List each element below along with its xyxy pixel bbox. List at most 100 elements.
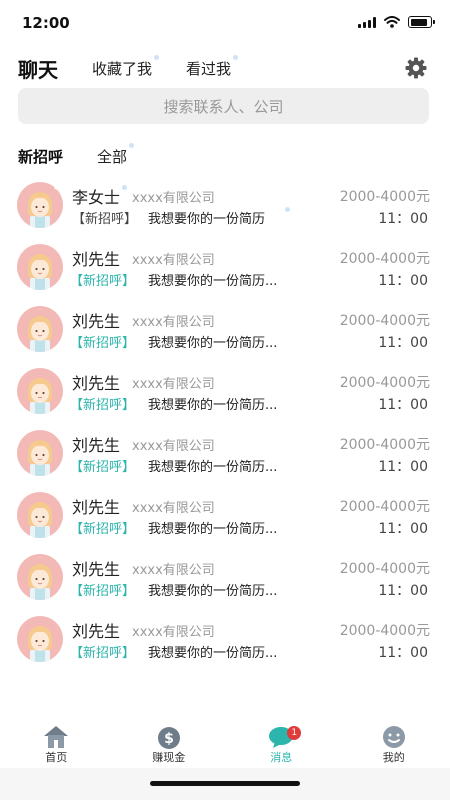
- contact-name-text: 李女士: [72, 188, 121, 207]
- company-name: xxxx有限公司: [132, 625, 215, 640]
- notification-dot: [128, 141, 136, 149]
- contact-name-text: 刘先生: [72, 498, 121, 517]
- conversation-item[interactable]: 刘先生 xxxx有限公司 2000-4000元 【新招呼】 我想要你的一份简历... 11…: [0, 358, 450, 420]
- battery-icon: [408, 16, 435, 28]
- search-input[interactable]: 搜索联系人、公司: [18, 88, 429, 124]
- greeting-tag: 【新招呼】: [70, 460, 136, 475]
- contact-name: 刘先生: [72, 618, 120, 642]
- message-time: 11：00: [378, 273, 428, 289]
- message-preview: 我想要你的一份简历...: [148, 336, 278, 351]
- greeting-tag: 【新招呼】: [72, 212, 138, 227]
- conversation-item[interactable]: 刘先生 xxxx有限公司 2000-4000元 【新招呼】 我想要你的一份简历... 11…: [0, 420, 450, 482]
- greeting-tag: 【新招呼】: [70, 584, 136, 599]
- notification-dot: [232, 53, 240, 61]
- contact-name-text: 刘先生: [72, 312, 121, 331]
- avatar: [17, 368, 63, 414]
- notification-dot: [121, 184, 129, 191]
- tab-favorited-label: 收藏了我: [92, 59, 153, 78]
- tab-favorited-me[interactable]: 收藏了我: [92, 53, 161, 79]
- wifi-icon: [384, 16, 400, 28]
- nav-mine[interactable]: 我的: [338, 720, 450, 770]
- contact-name: 刘先生: [72, 556, 120, 580]
- message-time: 11：00: [378, 397, 428, 413]
- notification-dot: [54, 183, 61, 190]
- tab-viewed-label: 看过我: [186, 59, 232, 78]
- nav-messages[interactable]: 1 消息: [225, 720, 338, 770]
- avatar-illustration-icon: [28, 254, 52, 290]
- avatar-illustration-icon: [28, 502, 52, 538]
- message-preview: 我想要你的一份简历: [148, 212, 266, 227]
- contact-name: 李女士: [72, 184, 129, 208]
- svg-text:$: $: [164, 731, 174, 747]
- message-preview: 我想要你的一份简历...: [148, 522, 278, 537]
- contact-name: 刘先生: [72, 308, 120, 332]
- tab-chat[interactable]: 聊天: [18, 54, 58, 83]
- company-name: xxxx有限公司: [132, 253, 215, 268]
- avatar-illustration-icon: [28, 564, 52, 600]
- avatar: [17, 182, 63, 228]
- contact-name-text: 刘先生: [72, 436, 121, 455]
- avatar-illustration-icon: [28, 626, 52, 662]
- signal-icon: [358, 16, 376, 28]
- company-name: xxxx有限公司: [132, 563, 215, 578]
- conversation-item[interactable]: 李女士 xxxx有限公司 2000-4000元 【新招呼】 我想要你的一份简历 11：00: [0, 172, 450, 234]
- tab-all[interactable]: 全部: [97, 141, 136, 167]
- message-preview: 我想要你的一份简历...: [148, 460, 278, 475]
- nav-mine-label: 我的: [382, 751, 405, 764]
- contact-name: 刘先生: [72, 246, 120, 270]
- conversation-item[interactable]: 刘先生 xxxx有限公司 2000-4000元 【新招呼】 我想要你的一份简历... 11…: [0, 606, 450, 668]
- avatar-illustration-icon: [28, 378, 52, 414]
- salary-range: 2000-4000元: [339, 375, 430, 391]
- avatar: [17, 554, 63, 600]
- avatar: [17, 616, 63, 662]
- message-time: 11：00: [378, 583, 428, 599]
- salary-range: 2000-4000元: [339, 499, 430, 515]
- tab-new-greeting[interactable]: 新招呼: [18, 146, 63, 167]
- unread-badge: 1: [287, 726, 302, 740]
- conversation-item[interactable]: 刘先生 xxxx有限公司 2000-4000元 【新招呼】 我想要你的一份简历... 11…: [0, 482, 450, 544]
- salary-range: 2000-4000元: [339, 437, 430, 453]
- conversation-list: 李女士 xxxx有限公司 2000-4000元 【新招呼】 我想要你的一份简历 11：00…: [0, 172, 450, 668]
- contact-name-text: 刘先生: [72, 374, 121, 393]
- contact-name-text: 刘先生: [72, 250, 121, 269]
- conversation-item[interactable]: 刘先生 xxxx有限公司 2000-4000元 【新招呼】 我想要你的一份简历... 11…: [0, 296, 450, 358]
- status-bar: 12:00: [0, 0, 450, 50]
- company-name: xxxx有限公司: [132, 315, 215, 330]
- battery-level: [410, 18, 427, 26]
- status-icons: [358, 16, 435, 28]
- home-icon: [44, 726, 69, 748]
- contact-name-text: 刘先生: [72, 622, 121, 641]
- nav-messages-label: 消息: [270, 751, 293, 764]
- avatar-illustration-icon: [28, 316, 52, 352]
- message-preview: 我想要你的一份简历...: [148, 646, 278, 661]
- money-icon: $: [157, 727, 180, 749]
- message-preview: 我想要你的一份简历...: [148, 274, 278, 289]
- nav-home[interactable]: 首页: [0, 720, 113, 770]
- avatar: [17, 244, 63, 290]
- contact-name: 刘先生: [72, 432, 120, 456]
- message-time: 11：00: [378, 211, 428, 227]
- bottom-nav: 首页 $ 赚现金 1 消息 我的: [0, 720, 450, 770]
- salary-range: 2000-4000元: [339, 313, 430, 329]
- salary-range: 2000-4000元: [339, 561, 430, 577]
- contact-name: 刘先生: [72, 494, 120, 518]
- conversation-item[interactable]: 刘先生 xxxx有限公司 2000-4000元【新招呼】 我想要你的一份简历... 11…: [0, 544, 450, 606]
- tab-viewed-me[interactable]: 看过我: [186, 53, 240, 79]
- salary-range: 2000-4000元: [339, 189, 430, 205]
- message-time: 11：00: [378, 335, 428, 351]
- conversation-item[interactable]: 刘先生 xxxx有限公司 2000-4000元【新招呼】 我想要你的一份简历... 11…: [0, 234, 450, 296]
- message-preview: 我想要你的一份简历...: [148, 584, 278, 599]
- nav-earn[interactable]: $ 赚现金: [113, 720, 226, 770]
- greeting-tag: 【新招呼】: [70, 398, 136, 413]
- message-time: 11：00: [378, 459, 428, 475]
- settings-icon[interactable]: [404, 56, 428, 80]
- company-name: xxxx有限公司: [132, 377, 215, 392]
- nav-earn-label: 赚现金: [152, 751, 186, 764]
- profile-icon: [382, 726, 405, 748]
- salary-range: 2000-4000元: [339, 251, 430, 267]
- greeting-tag: 【新招呼】: [70, 274, 136, 289]
- avatar: [17, 306, 63, 352]
- top-tabs: 聊天 收藏了我 看过我: [18, 52, 432, 84]
- home-indicator: [150, 781, 300, 786]
- greeting-tag: 【新招呼】: [70, 522, 136, 537]
